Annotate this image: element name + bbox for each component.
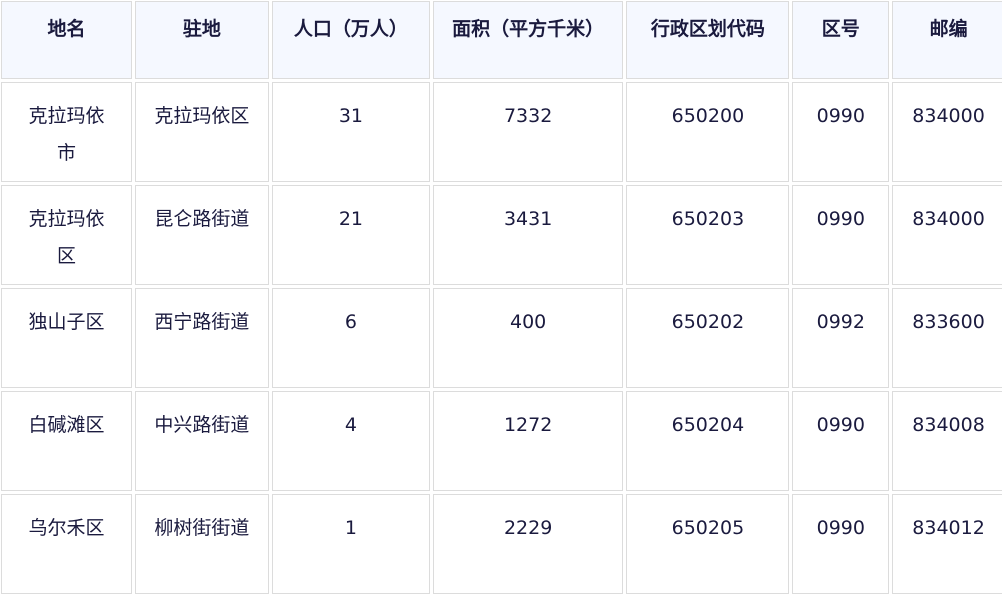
table-row: 白碱滩区 中兴路街道 4 1272 650204 0990 834008 (1, 391, 1002, 491)
cell-population: 1 (271, 494, 430, 594)
cell-area: 400 (432, 288, 624, 388)
cell-area-code: 0992 (792, 288, 890, 388)
cell-area-code: 0990 (792, 185, 890, 285)
cell-postal-code: 834008 (892, 391, 1002, 491)
cell-area: 3431 (432, 185, 624, 285)
cell-place-name: 白碱滩区 (1, 391, 132, 491)
cell-division-code: 650204 (626, 391, 790, 491)
table-row: 克拉玛依市 克拉玛依区 31 7332 650200 0990 834000 (1, 82, 1002, 182)
cell-population: 21 (271, 185, 430, 285)
header-postal-code: 邮编 (892, 1, 1002, 79)
cell-postal-code: 833600 (892, 288, 1002, 388)
cell-division-code: 650202 (626, 288, 790, 388)
cell-seat: 昆仑路街道 (134, 185, 269, 285)
cell-area: 1272 (432, 391, 624, 491)
header-division-code: 行政区划代码 (626, 1, 790, 79)
cell-place-name: 克拉玛依区 (1, 185, 132, 285)
cell-place-name: 独山子区 (1, 288, 132, 388)
cell-postal-code: 834012 (892, 494, 1002, 594)
table-row: 独山子区 西宁路街道 6 400 650202 0992 833600 (1, 288, 1002, 388)
table-row: 乌尔禾区 柳树街街道 1 2229 650205 0990 834012 (1, 494, 1002, 594)
header-place-name: 地名 (1, 1, 132, 79)
header-area-code: 区号 (792, 1, 890, 79)
cell-area: 2229 (432, 494, 624, 594)
cell-area-code: 0990 (792, 391, 890, 491)
cell-place-name: 克拉玛依市 (1, 82, 132, 182)
header-population: 人口（万人） (271, 1, 430, 79)
cell-seat: 克拉玛依区 (134, 82, 269, 182)
cell-population: 4 (271, 391, 430, 491)
table-header: 地名 驻地 人口（万人） 面积（平方千米） 行政区划代码 区号 邮编 (1, 1, 1002, 79)
header-row: 地名 驻地 人口（万人） 面积（平方千米） 行政区划代码 区号 邮编 (1, 1, 1002, 79)
cell-seat: 中兴路街道 (134, 391, 269, 491)
cell-population: 6 (271, 288, 430, 388)
cell-postal-code: 834000 (892, 82, 1002, 182)
district-table: 地名 驻地 人口（万人） 面积（平方千米） 行政区划代码 区号 邮编 克拉玛依市… (0, 0, 1002, 597)
cell-place-name: 乌尔禾区 (1, 494, 132, 594)
cell-population: 31 (271, 82, 430, 182)
cell-area: 7332 (432, 82, 624, 182)
cell-division-code: 650200 (626, 82, 790, 182)
table-row: 克拉玛依区 昆仑路街道 21 3431 650203 0990 834000 (1, 185, 1002, 285)
cell-division-code: 650205 (626, 494, 790, 594)
table-body: 克拉玛依市 克拉玛依区 31 7332 650200 0990 834000 克… (1, 82, 1002, 594)
cell-division-code: 650203 (626, 185, 790, 285)
header-area: 面积（平方千米） (432, 1, 624, 79)
header-seat: 驻地 (134, 1, 269, 79)
cell-postal-code: 834000 (892, 185, 1002, 285)
cell-seat: 柳树街街道 (134, 494, 269, 594)
cell-seat: 西宁路街道 (134, 288, 269, 388)
cell-area-code: 0990 (792, 82, 890, 182)
data-table-wrapper: 地名 驻地 人口（万人） 面积（平方千米） 行政区划代码 区号 邮编 克拉玛依市… (0, 0, 1002, 597)
cell-area-code: 0990 (792, 494, 890, 594)
